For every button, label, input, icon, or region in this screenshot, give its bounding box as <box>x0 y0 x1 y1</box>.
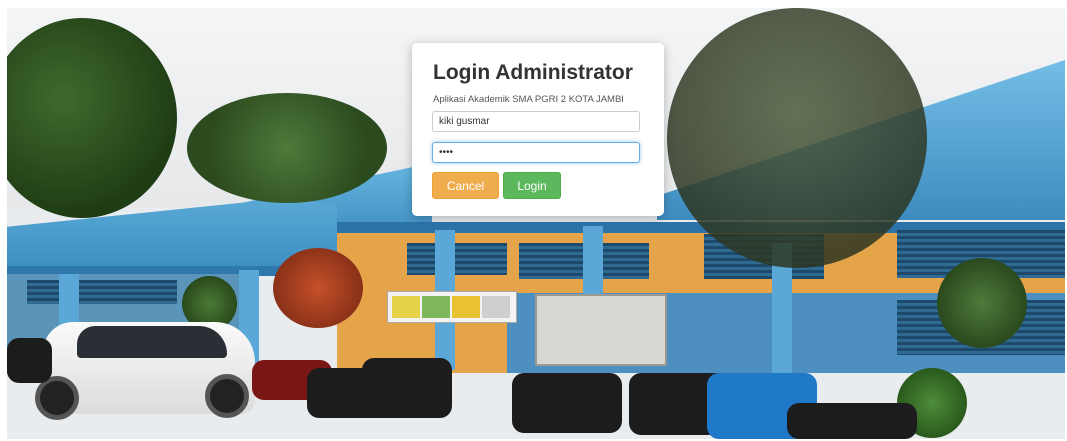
tree <box>187 93 387 203</box>
motorcycle <box>787 403 917 439</box>
school-banner <box>387 291 517 323</box>
username-input[interactable] <box>432 111 640 132</box>
dialog-title: Login Administrator <box>433 61 633 84</box>
tree <box>273 248 363 328</box>
car-wheel <box>205 374 249 418</box>
window <box>407 243 507 275</box>
login-dialog: Login Administrator Aplikasi Akademik SM… <box>412 43 664 216</box>
car-window <box>77 326 227 358</box>
tree <box>937 258 1027 348</box>
password-input[interactable] <box>432 142 640 163</box>
dialog-subtitle: Aplikasi Akademik SMA PGRI 2 KOTA JAMBI <box>433 94 624 105</box>
notice-board <box>535 294 667 366</box>
window <box>27 280 177 304</box>
motorcycle <box>512 373 622 433</box>
motorcycle <box>362 358 452 418</box>
login-button[interactable]: Login <box>503 172 561 199</box>
tree <box>667 8 927 268</box>
cancel-button[interactable]: Cancel <box>432 172 499 199</box>
motorcycle <box>7 338 52 383</box>
